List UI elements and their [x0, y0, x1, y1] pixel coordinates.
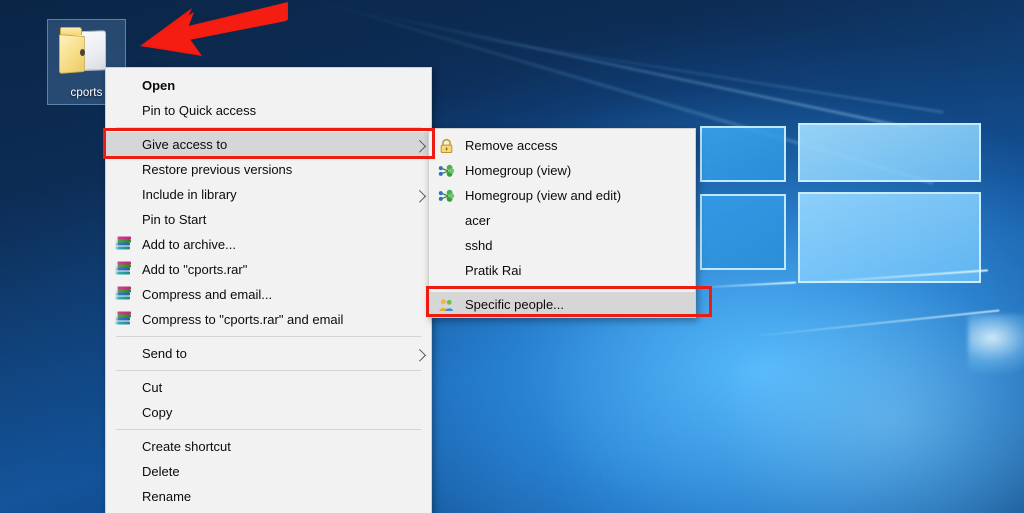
menu-item-label: Pin to Start — [142, 212, 207, 227]
winrar-icon — [115, 286, 132, 303]
menu-item-create-shortcut[interactable]: Create shortcut — [106, 434, 431, 459]
menu-separator — [116, 127, 421, 128]
menu-item-label: Delete — [142, 464, 180, 479]
menu-item-label: Compress to "cports.rar" and email — [142, 312, 344, 327]
menu-item-label: Add to "cports.rar" — [142, 262, 248, 277]
winrar-icon — [115, 311, 132, 328]
menu-item-pin-to-quick-access[interactable]: Pin to Quick access — [106, 98, 431, 123]
menu-item-restore-previous-versions[interactable]: Restore previous versions — [106, 157, 431, 182]
submenu-item-remove-access[interactable]: Remove access — [429, 133, 695, 158]
menu-item-copy[interactable]: Copy — [106, 400, 431, 425]
menu-item-label: Rename — [142, 489, 192, 504]
menu-item-label: Restore previous versions — [142, 162, 293, 177]
menu-separator — [116, 370, 421, 371]
menu-item-delete[interactable]: Delete — [106, 459, 431, 484]
menu-item-label: Send to — [142, 346, 187, 361]
submenu-item-label: Homegroup (view) — [465, 163, 572, 178]
menu-item-label: Pin to Quick access — [142, 103, 257, 118]
desktop-screen: cports Open Pin to Quick access Give acc… — [0, 0, 1024, 513]
menu-item-label: Open — [142, 78, 176, 93]
menu-item-add-to-cports-rar[interactable]: Add to "cports.rar" — [106, 257, 431, 282]
winrar-icon — [115, 261, 132, 278]
menu-separator — [116, 429, 421, 430]
menu-item-include-in-library[interactable]: Include in library — [106, 182, 431, 207]
specific-people-icon — [438, 296, 455, 313]
menu-item-label: Give access to — [142, 137, 228, 152]
menu-item-label: Add to archive... — [142, 237, 236, 252]
submenu-item-homegroup-view-and-edit[interactable]: Homegroup (view and edit) — [429, 183, 695, 208]
menu-item-open[interactable]: Open — [106, 73, 431, 98]
submenu-item-label: acer — [465, 213, 491, 228]
menu-item-give-access-to[interactable]: Give access to — [106, 132, 431, 157]
chevron-right-icon — [413, 189, 427, 203]
folder-knob — [79, 49, 85, 56]
menu-separator — [116, 336, 421, 337]
submenu-item-homegroup-view[interactable]: Homegroup (view) — [429, 158, 695, 183]
menu-item-label: Copy — [142, 405, 173, 420]
menu-item-label: Compress and email... — [142, 287, 273, 302]
menu-item-label: Create shortcut — [142, 439, 231, 454]
submenu-item-label: Specific people... — [465, 297, 565, 312]
menu-item-label: Include in library — [142, 187, 237, 202]
submenu-item-label: Remove access — [465, 138, 558, 153]
chevron-right-icon — [413, 348, 427, 362]
submenu-item-acer[interactable]: acer — [429, 208, 695, 233]
submenu-item-label: Pratik Rai — [465, 263, 522, 278]
menu-item-add-to-archive[interactable]: Add to archive... — [106, 232, 431, 257]
homegroup-icon — [438, 187, 455, 204]
submenu-item-pratik-rai[interactable]: Pratik Rai — [429, 258, 695, 283]
submenu-item-specific-people[interactable]: Specific people... — [429, 292, 695, 317]
menu-item-rename[interactable]: Rename — [106, 484, 431, 509]
submenu-item-label: Homegroup (view and edit) — [465, 188, 622, 203]
chevron-right-icon — [413, 139, 427, 153]
submenu-item-sshd[interactable]: sshd — [429, 233, 695, 258]
menu-item-compress-to-cports-rar-and-email[interactable]: Compress to "cports.rar" and email — [106, 307, 431, 332]
padlock-icon — [438, 137, 455, 154]
menu-separator — [439, 287, 685, 288]
homegroup-icon — [438, 162, 455, 179]
submenu-item-label: sshd — [465, 238, 493, 253]
give-access-to-submenu[interactable]: Remove access Homegroup (view) Homegroup… — [428, 128, 696, 318]
menu-item-label: Cut — [142, 380, 163, 395]
menu-item-pin-to-start[interactable]: Pin to Start — [106, 207, 431, 232]
menu-item-send-to[interactable]: Send to — [106, 341, 431, 366]
winrar-icon — [115, 236, 132, 253]
menu-item-compress-and-email[interactable]: Compress and email... — [106, 282, 431, 307]
menu-item-cut[interactable]: Cut — [106, 375, 431, 400]
folder-context-menu[interactable]: Open Pin to Quick access Give access to … — [105, 67, 432, 513]
